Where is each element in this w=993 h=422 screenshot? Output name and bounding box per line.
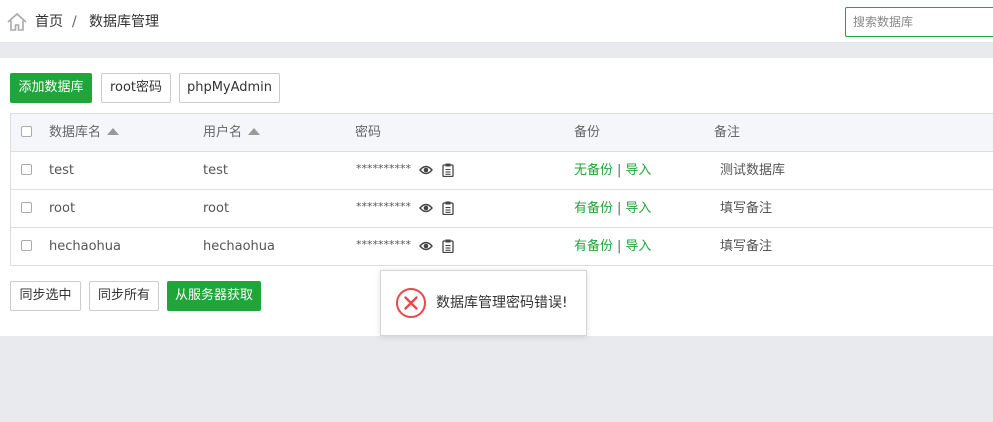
table-row: hechaohua hechaohua ********** 有备份 | 导入 填写… — [11, 228, 993, 266]
backup-link[interactable]: 有备份 — [574, 201, 613, 216]
row-checkbox[interactable] — [21, 164, 32, 175]
copy-icon[interactable] — [442, 163, 454, 177]
database-name: hechaohua — [49, 239, 121, 254]
eye-icon[interactable] — [419, 240, 433, 252]
top-bar: 首页 / 数据库管理 — [0, 0, 993, 43]
import-link[interactable]: 导入 — [625, 163, 651, 178]
column-header-name[interactable]: 数据库名 — [49, 114, 120, 151]
backup-separator: | — [617, 239, 622, 254]
error-toast: 数据库管理密码错误! — [380, 270, 587, 336]
breadcrumb-home[interactable]: 首页 — [35, 13, 63, 31]
database-table: 数据库名 用户名 密码 备份 备注 test test ********** 无… — [10, 113, 993, 266]
remark-field[interactable]: 测试数据库 — [720, 152, 785, 189]
row-checkbox[interactable] — [21, 240, 32, 251]
backup-cell: 有备份 | 导入 — [574, 190, 651, 227]
backup-separator: | — [617, 163, 622, 178]
import-link[interactable]: 导入 — [625, 239, 651, 254]
column-header-password: 密码 — [355, 125, 382, 140]
sort-asc-icon[interactable] — [107, 128, 120, 135]
sync-all-button[interactable]: 同步所有 — [89, 281, 159, 311]
fetch-from-server-button[interactable]: 从服务器获取 — [167, 281, 261, 311]
table-row: test test ********** 无备份 | 导入 测试数据库 — [11, 152, 993, 190]
database-user: hechaohua — [203, 239, 275, 254]
column-header-backup: 备份 — [574, 125, 601, 140]
row-checkbox[interactable] — [21, 202, 32, 213]
password-mask: ********** — [356, 162, 411, 175]
column-header-user-label: 用户名 — [203, 125, 243, 140]
breadcrumb-separator: / — [72, 14, 77, 30]
column-header-user[interactable]: 用户名 — [203, 114, 261, 151]
password-mask: ********** — [356, 238, 411, 251]
backup-cell: 有备份 | 导入 — [574, 228, 651, 265]
backup-separator: | — [617, 201, 622, 216]
table-header: 数据库名 用户名 密码 备份 备注 — [11, 114, 993, 152]
select-all-checkbox[interactable] — [21, 126, 32, 137]
breadcrumb-current: 数据库管理 — [89, 14, 159, 30]
database-name: test — [49, 163, 74, 178]
error-circle-icon — [396, 288, 426, 318]
eye-icon[interactable] — [419, 202, 433, 214]
column-header-name-label: 数据库名 — [49, 125, 102, 140]
phpmyadmin-button[interactable]: phpMyAdmin — [179, 73, 280, 103]
remark-field[interactable]: 填写备注 — [720, 190, 772, 227]
toast-message: 数据库管理密码错误! — [436, 295, 568, 311]
table-row: root root ********** 有备份 | 导入 填写备注 — [11, 190, 993, 228]
password-mask: ********** — [356, 200, 411, 213]
eye-icon[interactable] — [419, 164, 433, 176]
copy-icon[interactable] — [442, 201, 454, 215]
root-password-button[interactable]: root密码 — [101, 73, 171, 103]
backup-cell: 无备份 | 导入 — [574, 152, 651, 189]
column-header-remark: 备注 — [714, 125, 741, 140]
search-input[interactable] — [845, 7, 993, 37]
add-database-button[interactable]: 添加数据库 — [10, 73, 92, 103]
backup-link[interactable]: 无备份 — [574, 163, 613, 178]
copy-icon[interactable] — [442, 239, 454, 253]
database-name: root — [49, 201, 76, 216]
sort-asc-icon[interactable] — [248, 128, 261, 135]
database-user: test — [203, 163, 228, 178]
sync-selected-button[interactable]: 同步选中 — [10, 281, 81, 311]
backup-link[interactable]: 有备份 — [574, 239, 613, 254]
import-link[interactable]: 导入 — [625, 201, 651, 216]
database-user: root — [203, 201, 230, 216]
remark-field[interactable]: 填写备注 — [720, 228, 772, 265]
home-icon[interactable] — [6, 11, 28, 33]
